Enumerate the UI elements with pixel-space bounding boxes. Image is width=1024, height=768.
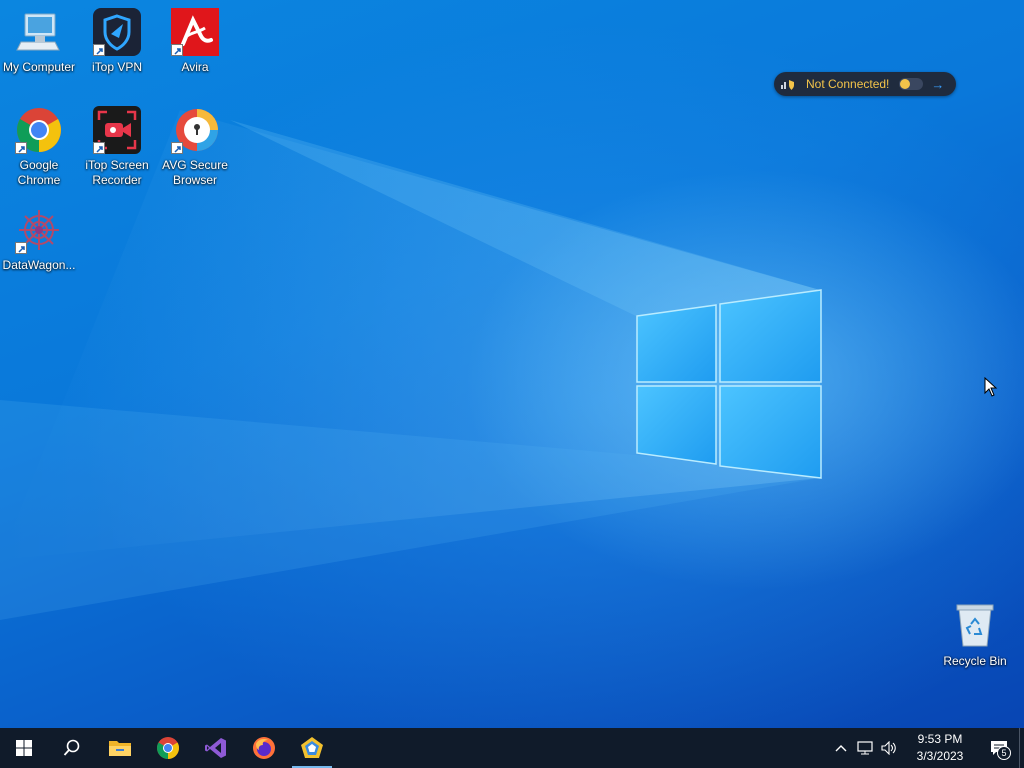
firefox-icon — [253, 737, 275, 759]
file-explorer-icon — [109, 741, 131, 756]
system-tray: 9:53 PM 3/3/2023 5 — [829, 728, 1024, 768]
signal-lock-icon — [781, 80, 794, 90]
start-button[interactable] — [0, 728, 48, 768]
desktop-icon-label: Avira — [181, 60, 209, 74]
itop-screen-recorder-icon — [93, 106, 141, 154]
avira-icon — [171, 8, 219, 56]
desktop-icon-google-chrome[interactable]: Google Chrome — [0, 106, 78, 188]
volume-icon[interactable] — [877, 728, 901, 768]
desktop-icon-label: Google Chrome — [17, 158, 61, 187]
desktop-icon-avg-secure-browser[interactable]: AVG Secure Browser — [156, 106, 234, 188]
chrome-icon — [15, 106, 63, 154]
taskbar: 9:53 PM 3/3/2023 5 — [0, 728, 1024, 768]
datawagon-icon — [15, 206, 63, 254]
search-button[interactable] — [48, 728, 96, 768]
start-icon — [16, 740, 32, 756]
shortcut-arrow-icon — [93, 142, 105, 154]
chevron-up-icon[interactable] — [829, 728, 853, 768]
visual-studio-icon — [205, 738, 226, 758]
computer-icon — [15, 8, 63, 56]
chrome-icon — [157, 737, 179, 759]
desktop-icon-label: My Computer — [2, 60, 76, 74]
clock-date: 3/3/2023 — [916, 749, 964, 763]
vpn-status-widget[interactable]: Not Connected! → — [774, 72, 956, 96]
show-desktop-button[interactable] — [1019, 728, 1024, 768]
desktop-icon-label: iTop VPN — [91, 60, 143, 74]
taskbar-file-explorer[interactable] — [96, 728, 144, 768]
arrow-right-icon[interactable]: → — [931, 77, 944, 92]
network-icon[interactable] — [853, 728, 877, 768]
taskbar-chrome[interactable] — [144, 728, 192, 768]
desktop-icon-label: AVG Secure Browser — [162, 158, 228, 187]
mouse-cursor-icon — [984, 377, 998, 397]
shortcut-arrow-icon — [15, 242, 27, 254]
notification-center-button[interactable]: 5 — [979, 728, 1019, 768]
vpn-toggle[interactable] — [899, 78, 924, 90]
search-icon — [63, 739, 80, 756]
taskbar-visual-studio[interactable] — [192, 728, 240, 768]
shortcut-arrow-icon — [15, 142, 27, 154]
itop-vpn-icon — [93, 8, 141, 56]
shortcut-arrow-icon — [93, 44, 105, 56]
taskbar-datawagon-app[interactable] — [288, 728, 336, 768]
notification-count-badge: 5 — [997, 746, 1011, 760]
desktop-icon-datawagon[interactable]: DataWagon... — [0, 206, 78, 273]
desktop-icon-itop-screen-recorder[interactable]: iTop Screen Recorder — [78, 106, 156, 188]
desktop-icon-label: iTop Screen Recorder — [85, 158, 149, 187]
avg-secure-browser-icon — [171, 106, 219, 154]
desktop-icon-label: Recycle Bin — [943, 654, 1007, 668]
desktop-icon-label: DataWagon... — [2, 258, 76, 272]
clock[interactable]: 9:53 PM 3/3/2023 — [907, 731, 973, 765]
shortcut-arrow-icon — [171, 44, 183, 56]
desktop-icon-avira[interactable]: Avira — [156, 8, 234, 75]
clock-time: 9:53 PM — [917, 732, 963, 746]
datawagon-app-icon — [301, 737, 323, 758]
desktop-icon-recycle-bin[interactable]: Recycle Bin — [936, 602, 1014, 669]
taskbar-firefox[interactable] — [240, 728, 288, 768]
desktop-icon-my-computer[interactable]: My Computer — [0, 8, 78, 75]
vpn-status-label: Not Connected! — [806, 77, 890, 91]
shortcut-arrow-icon — [171, 142, 183, 154]
recycle-bin-icon — [951, 602, 999, 650]
desktop-icon-itop-vpn[interactable]: iTop VPN — [78, 8, 156, 75]
